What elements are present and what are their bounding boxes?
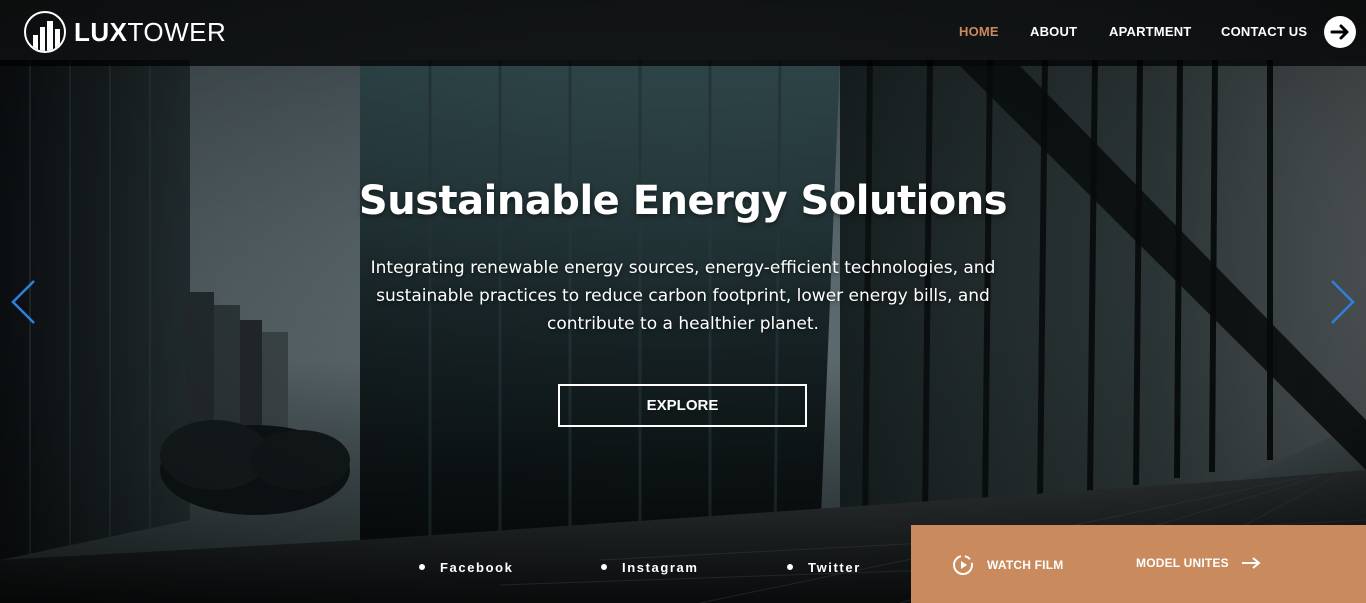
hero-subtitle-line: contribute to a healthier planet. [547,314,819,334]
hero-title: Sustainable Energy Solutions [358,178,1008,224]
action-panel: WATCH FILM MODEL UNITES [911,525,1366,603]
hero-subtitle: Integrating renewable energy sources, en… [340,254,1026,338]
building-logo-icon [24,11,66,53]
carousel-prev-button[interactable] [8,278,38,326]
watch-film-label: WATCH FILM [987,558,1064,572]
chevron-left-icon [11,280,35,324]
bullet-icon [787,564,793,570]
social-link-label: Instagram [622,559,699,575]
play-circle-icon [953,555,973,575]
nav-item-contact-us[interactable]: CONTACT US [1221,24,1307,39]
carousel-next-button[interactable] [1328,278,1358,326]
social-link-twitter[interactable]: Twitter [787,558,861,576]
site-header: LUXTOWER HOME ABOUT APARTMENT CONTACT US [0,0,1366,66]
brand-name-bold: LUX [74,16,128,47]
social-link-label: Facebook [440,559,514,575]
watch-film-button[interactable]: WATCH FILM [952,554,1063,576]
brand-logo[interactable]: LUXTOWER [24,10,226,54]
arrow-right-icon [1241,557,1261,569]
social-link-facebook[interactable]: Facebook [419,558,513,576]
hero-subtitle-line: sustainable practices to reduce carbon f… [376,286,990,306]
hero-subtitle-line: Integrating renewable energy sources, en… [370,258,996,278]
nav-item-home[interactable]: HOME [959,24,999,39]
arrow-right-circle-icon [1330,24,1349,40]
chevron-right-icon [1331,280,1355,324]
brand-name: LUXTOWER [74,17,226,48]
model-units-label: MODEL UNITES [1136,556,1229,570]
nav-item-about[interactable]: ABOUT [1030,24,1077,39]
social-link-instagram[interactable]: Instagram [601,558,699,576]
brand-name-light: TOWER [127,16,227,47]
nav-item-apartment[interactable]: APARTMENT [1109,24,1191,39]
social-link-label: Twitter [808,559,861,575]
login-button[interactable] [1324,16,1356,48]
bullet-icon [419,564,425,570]
bullet-icon [601,564,607,570]
explore-button[interactable]: EXPLORE [558,384,807,427]
model-units-button[interactable]: MODEL UNITES [1136,556,1261,570]
